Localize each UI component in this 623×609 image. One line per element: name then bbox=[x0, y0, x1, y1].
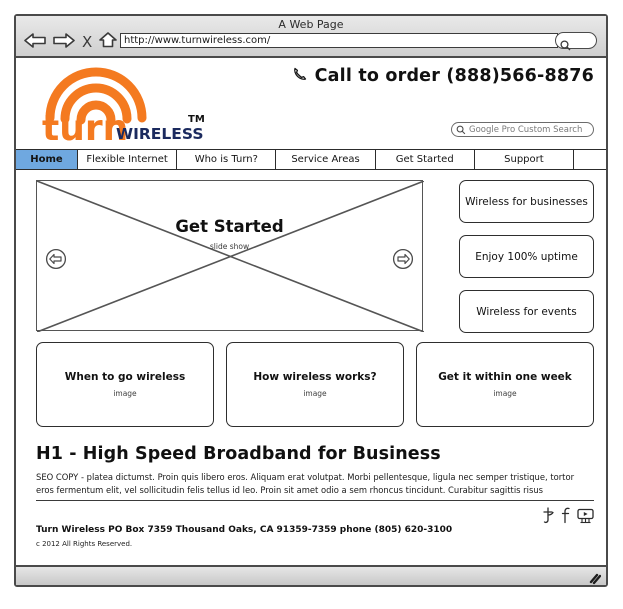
resize-grip-icon[interactable] bbox=[589, 570, 602, 589]
nav-item-label: Get Started bbox=[395, 154, 454, 165]
telephone-icon bbox=[293, 66, 308, 86]
site-header: turn WIRELESS TM Call to order (888)566-… bbox=[16, 58, 606, 150]
right-arrow-circle-icon[interactable] bbox=[392, 248, 414, 270]
browser-window: A Web Page X http://www.turnwireless.com… bbox=[14, 14, 608, 587]
feature-caption: image bbox=[303, 389, 327, 398]
nav-item-label: Support bbox=[504, 154, 544, 165]
feature-title: How wireless works? bbox=[253, 371, 377, 383]
site-search-input[interactable]: Google Pro Custom Search bbox=[451, 122, 594, 137]
address-bar[interactable]: http://www.turnwireless.com/ bbox=[120, 33, 558, 48]
window-title: A Web Page bbox=[278, 18, 344, 31]
page-viewport: turn WIRELESS TM Call to order (888)566-… bbox=[16, 58, 606, 563]
feature-caption: image bbox=[113, 389, 137, 398]
address-bar-value: http://www.turnwireless.com/ bbox=[124, 35, 271, 46]
promo-enjoy-uptime[interactable]: Enjoy 100% uptime bbox=[459, 235, 594, 278]
phone-number-text: Call to order (888)566-8876 bbox=[314, 66, 594, 86]
forward-arrow-icon[interactable] bbox=[53, 32, 75, 52]
browser-status-bar bbox=[16, 565, 606, 585]
seo-section: H1 - High Speed Broadband for Business S… bbox=[36, 444, 594, 497]
browser-toolbar: A Web Page X http://www.turnwireless.com… bbox=[16, 16, 606, 58]
promo-label: Wireless for businesses bbox=[465, 195, 588, 208]
promo-wireless-for-events[interactable]: Wireless for events bbox=[459, 290, 594, 333]
feature-title: Get it within one week bbox=[438, 371, 572, 383]
hero-title: Get Started bbox=[175, 217, 284, 236]
twitter-icon[interactable] bbox=[541, 507, 555, 528]
nav-item-flexible-internet[interactable]: Flexible Internet bbox=[78, 150, 178, 169]
nav-item-home[interactable]: Home bbox=[16, 150, 78, 169]
placeholder-cross-icon bbox=[37, 181, 424, 332]
left-arrow-circle-icon[interactable] bbox=[45, 248, 67, 270]
browser-search-box[interactable] bbox=[555, 32, 597, 51]
nav-item-label: Who is Turn? bbox=[194, 154, 258, 165]
site-search-placeholder: Google Pro Custom Search bbox=[469, 124, 583, 135]
nav-item-label: Home bbox=[30, 154, 63, 165]
feature-card-get-it-within-one-week[interactable]: Get it within one week image bbox=[416, 342, 594, 427]
nav-item-support[interactable]: Support bbox=[474, 150, 575, 169]
screenshot-root: A Web Page X http://www.turnwireless.com… bbox=[0, 0, 623, 609]
back-arrow-icon[interactable] bbox=[24, 32, 46, 52]
nav-item-empty bbox=[574, 150, 606, 169]
feature-caption: image bbox=[493, 389, 517, 398]
call-to-order[interactable]: Call to order (888)566-8876 bbox=[293, 66, 594, 86]
main-navigation: Home Flexible Internet Who is Turn? Serv… bbox=[16, 150, 606, 170]
page-title: H1 - High Speed Broadband for Business bbox=[36, 444, 441, 464]
hero-slideshow: Get Started slide show bbox=[36, 180, 424, 332]
stop-icon[interactable]: X bbox=[82, 35, 92, 50]
promo-label: Enjoy 100% uptime bbox=[475, 250, 578, 263]
svg-text:TM: TM bbox=[188, 114, 205, 125]
nav-item-get-started[interactable]: Get Started bbox=[375, 150, 475, 169]
home-icon[interactable] bbox=[99, 32, 118, 52]
promo-wireless-for-businesses[interactable]: Wireless for businesses bbox=[459, 180, 594, 223]
site-logo[interactable]: turn WIRELESS TM bbox=[38, 64, 213, 149]
site-footer: Turn Wireless PO Box 7359 Thousand Oaks,… bbox=[36, 500, 594, 548]
promo-list: Wireless for businesses Enjoy 100% uptim… bbox=[459, 180, 594, 345]
nav-item-service-areas[interactable]: Service Areas bbox=[276, 150, 376, 169]
svg-text:WIRELESS: WIRELESS bbox=[116, 125, 203, 142]
nav-item-label: Flexible Internet bbox=[86, 154, 168, 165]
facebook-icon[interactable] bbox=[561, 507, 571, 528]
footer-copyright: c 2012 All Rights Reserved. bbox=[36, 540, 133, 548]
social-links bbox=[541, 507, 594, 528]
nav-item-label: Service Areas bbox=[291, 154, 360, 165]
magnifier-icon bbox=[456, 120, 466, 139]
seo-copy-text: SEO COPY - platea dictumst. Proin quis l… bbox=[36, 472, 575, 495]
feature-card-how-wireless-works[interactable]: How wireless works? image bbox=[226, 342, 404, 427]
feature-card-list: When to go wireless image How wireless w… bbox=[36, 342, 594, 427]
hero-image-placeholder[interactable]: Get Started slide show bbox=[36, 180, 424, 332]
hero-caption: slide show bbox=[209, 242, 250, 251]
promo-label: Wireless for events bbox=[476, 305, 577, 318]
feature-card-when-to-go-wireless[interactable]: When to go wireless image bbox=[36, 342, 214, 427]
magnifier-icon bbox=[560, 36, 571, 55]
youtube-icon[interactable] bbox=[577, 508, 594, 528]
nav-item-who-is-turn[interactable]: Who is Turn? bbox=[177, 150, 277, 169]
browser-nav-buttons: X bbox=[24, 32, 118, 52]
footer-address: Turn Wireless PO Box 7359 Thousand Oaks,… bbox=[36, 525, 453, 535]
feature-title: When to go wireless bbox=[64, 371, 186, 383]
